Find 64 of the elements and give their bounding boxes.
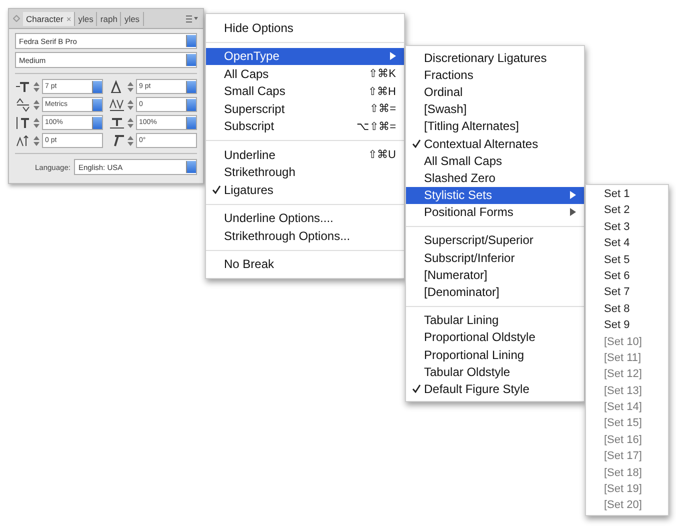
menu-item[interactable]: Strikethrough: [206, 164, 404, 181]
checkmark-icon: [412, 384, 421, 394]
stepper-icon[interactable]: [127, 116, 134, 128]
stepper-icon[interactable]: [33, 80, 40, 92]
horizontal-scale-icon: [109, 116, 125, 130]
menu-item[interactable]: Superscript/Superior: [406, 232, 584, 250]
menu-item[interactable]: Set 5: [586, 252, 668, 268]
menu-item[interactable]: Contextual Alternates: [406, 134, 584, 152]
baseline-shift-icon: [15, 134, 31, 148]
menu-item[interactable]: All Caps ⇧⌘K: [206, 65, 404, 82]
menu-item[interactable]: Positional Forms: [406, 204, 584, 221]
panel-tab[interactable]: Character ×: [23, 12, 76, 26]
menu-item[interactable]: Superscript ⇧⌘=: [206, 100, 404, 118]
stepper-icon[interactable]: [33, 134, 40, 146]
menu-item[interactable]: Strikethrough Options...: [206, 227, 404, 244]
menu-item[interactable]: Set 2: [586, 202, 668, 219]
menu-item[interactable]: All Small Caps: [406, 152, 584, 170]
menu-item[interactable]: Set 7: [586, 284, 668, 301]
stepper-icon[interactable]: [127, 98, 134, 110]
stepper-icon[interactable]: [33, 98, 40, 110]
menu-item[interactable]: Tabular Oldstyle: [406, 363, 584, 380]
menu-item[interactable]: Slashed Zero: [406, 169, 584, 186]
menu-item[interactable]: Default Figure Style: [406, 380, 584, 398]
panel-tab[interactable]: yles: [75, 12, 98, 26]
kerning-icon: [15, 98, 31, 112]
menu-item[interactable]: [Titling Alternates]: [406, 118, 584, 135]
menu-item[interactable]: Set 4: [586, 235, 668, 252]
menu-item[interactable]: Set 8: [586, 300, 668, 318]
panel-tab[interactable]: raph: [97, 12, 122, 26]
tracking-icon: [109, 98, 125, 112]
menu-item[interactable]: Proportional Oldstyle: [406, 328, 584, 346]
menu-item[interactable]: Underline Options....: [206, 210, 404, 227]
menu-item[interactable]: Set 6: [586, 268, 668, 284]
menu-item[interactable]: Underline ⇧⌘U: [206, 146, 404, 164]
stepper-icon[interactable]: [33, 116, 40, 128]
menu-item[interactable]: Stylistic Sets: [406, 186, 584, 204]
menu-item[interactable]: [Numerator]: [406, 266, 584, 284]
menu-item[interactable]: No Break: [206, 256, 404, 273]
submenu-arrow-icon: [390, 52, 396, 60]
menu-item[interactable]: Subscript ⌥⇧⌘=: [206, 118, 404, 135]
menu-item[interactable]: Hide Options: [206, 19, 404, 36]
checkmark-icon: [412, 139, 421, 148]
menu-item[interactable]: Discretionary Ligatures: [406, 49, 584, 66]
menu-item[interactable]: Subscript/Inferior: [406, 249, 584, 266]
stepper-icon[interactable]: [127, 80, 134, 92]
menu-item[interactable]: [Denominator]: [406, 283, 584, 301]
menu-item[interactable]: [Swash]: [406, 100, 584, 118]
vertical-scale-icon: [15, 116, 31, 130]
checkmark-icon: [212, 185, 221, 194]
panel-menu-icon[interactable]: [185, 14, 199, 24]
menu-item[interactable]: OpenType: [206, 48, 404, 65]
menu-item[interactable]: Set 9: [586, 317, 668, 334]
menu-item[interactable]: Tabular Lining: [406, 312, 584, 329]
menu-item[interactable]: Set 3: [586, 218, 668, 236]
menu-item[interactable]: Small Caps ⇧⌘H: [206, 82, 404, 100]
menu-item[interactable]: Ordinal: [406, 83, 584, 101]
grip-icon: [13, 15, 20, 22]
menu-item[interactable]: Set 1: [586, 186, 668, 202]
menu-item[interactable]: Fractions: [406, 66, 584, 84]
stepper-icon[interactable]: [127, 134, 134, 146]
panel-tab[interactable]: yles: [121, 12, 144, 26]
font-size-icon: [15, 80, 31, 94]
menu-item[interactable]: Proportional Lining: [406, 346, 584, 364]
menu-item[interactable]: Ligatures: [206, 181, 404, 198]
